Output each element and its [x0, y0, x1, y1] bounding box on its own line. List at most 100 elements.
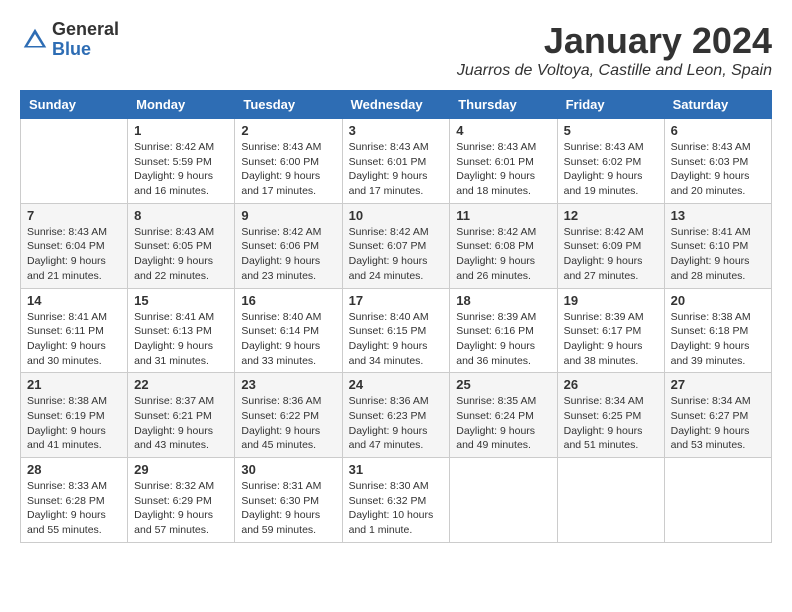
day-number: 22 [134, 377, 228, 392]
calendar-cell: 18 Sunrise: 8:39 AM Sunset: 6:16 PM Dayli… [450, 288, 557, 373]
day-info: Sunrise: 8:37 AM Sunset: 6:21 PM Dayligh… [134, 394, 228, 453]
calendar-week-row: 21Sunrise: 8:38 AM Sunset: 6:19 PM Dayli… [21, 373, 772, 458]
day-info: Sunrise: 8:43 AM Sunset: 6:01 PM Dayligh… [456, 140, 550, 199]
day-info: Sunrise: 8:42 AM Sunset: 6:08 PM Dayligh… [456, 225, 550, 284]
calendar-cell [450, 458, 557, 543]
logo-icon [20, 25, 50, 55]
day-number: 4 [456, 123, 550, 138]
calendar-cell [21, 119, 128, 204]
day-info: Sunrise: 8:39 AM Sunset: 6:16 PM Dayligh… [456, 310, 550, 369]
calendar-table: SundayMondayTuesdayWednesdayThursdayFrid… [20, 90, 772, 543]
day-info: Sunrise: 8:43 AM Sunset: 6:04 PM Dayligh… [27, 225, 121, 284]
day-number: 11 [456, 208, 550, 223]
calendar-cell [557, 458, 664, 543]
month-title: January 2024 [457, 20, 772, 62]
day-number: 15 [134, 293, 228, 308]
day-number: 28 [27, 462, 121, 477]
day-number: 31 [349, 462, 444, 477]
calendar-cell: 6 Sunrise: 8:43 AM Sunset: 6:03 PM Daylig… [664, 119, 771, 204]
calendar-cell: 17 Sunrise: 8:40 AM Sunset: 6:15 PM Dayli… [342, 288, 450, 373]
logo: General Blue [20, 20, 119, 60]
day-number: 27 [671, 377, 765, 392]
day-info: Sunrise: 8:41 AM Sunset: 6:11 PM Dayligh… [27, 310, 121, 369]
calendar-cell: 15 Sunrise: 8:41 AM Sunset: 6:13 PM Dayli… [128, 288, 235, 373]
day-info: Sunrise: 8:35 AM Sunset: 6:24 PM Dayligh… [456, 394, 550, 453]
day-number: 24 [349, 377, 444, 392]
day-info: Sunrise: 8:32 AM Sunset: 6:29 PM Dayligh… [134, 479, 228, 538]
title-block: January 2024 Juarros de Voltoya, Castill… [457, 20, 772, 80]
day-info: Sunrise: 8:43 AM Sunset: 6:03 PM Dayligh… [671, 140, 765, 199]
day-info: Sunrise: 8:42 AM Sunset: 6:09 PM Dayligh… [564, 225, 658, 284]
day-info: Sunrise: 8:38 AM Sunset: 6:18 PM Dayligh… [671, 310, 765, 369]
weekday-header-row: SundayMondayTuesdayWednesdayThursdayFrid… [21, 91, 772, 119]
day-info: Sunrise: 8:34 AM Sunset: 6:25 PM Dayligh… [564, 394, 658, 453]
day-info: Sunrise: 8:41 AM Sunset: 6:10 PM Dayligh… [671, 225, 765, 284]
day-info: Sunrise: 8:43 AM Sunset: 6:00 PM Dayligh… [241, 140, 335, 199]
day-info: Sunrise: 8:30 AM Sunset: 6:32 PM Dayligh… [349, 479, 444, 538]
day-info: Sunrise: 8:42 AM Sunset: 6:06 PM Dayligh… [241, 225, 335, 284]
day-number: 19 [564, 293, 658, 308]
calendar-cell: 25 Sunrise: 8:35 AM Sunset: 6:24 PM Dayli… [450, 373, 557, 458]
day-info: Sunrise: 8:36 AM Sunset: 6:23 PM Dayligh… [349, 394, 444, 453]
calendar-cell: 31 Sunrise: 8:30 AM Sunset: 6:32 PM Dayli… [342, 458, 450, 543]
day-info: Sunrise: 8:31 AM Sunset: 6:30 PM Dayligh… [241, 479, 335, 538]
calendar-cell: 13 Sunrise: 8:41 AM Sunset: 6:10 PM Dayli… [664, 203, 771, 288]
day-info: Sunrise: 8:33 AM Sunset: 6:28 PM Dayligh… [27, 479, 121, 538]
calendar-cell: 7 Sunrise: 8:43 AM Sunset: 6:04 PM Daylig… [21, 203, 128, 288]
day-number: 17 [349, 293, 444, 308]
day-number: 3 [349, 123, 444, 138]
calendar-cell: 9Sunrise: 8:42 AM Sunset: 6:06 PM Daylig… [235, 203, 342, 288]
calendar-cell: 4 Sunrise: 8:43 AM Sunset: 6:01 PM Daylig… [450, 119, 557, 204]
day-number: 25 [456, 377, 550, 392]
calendar-cell [664, 458, 771, 543]
location-title: Juarros de Voltoya, Castille and Leon, S… [457, 62, 772, 80]
day-info: Sunrise: 8:39 AM Sunset: 6:17 PM Dayligh… [564, 310, 658, 369]
day-number: 8 [134, 208, 228, 223]
day-number: 26 [564, 377, 658, 392]
calendar-cell: 27Sunrise: 8:34 AM Sunset: 6:27 PM Dayli… [664, 373, 771, 458]
weekday-header-sunday: Sunday [21, 91, 128, 119]
weekday-header-friday: Friday [557, 91, 664, 119]
calendar-week-row: 1Sunrise: 8:42 AM Sunset: 5:59 PM Daylig… [21, 119, 772, 204]
day-number: 16 [241, 293, 335, 308]
day-number: 6 [671, 123, 765, 138]
calendar-cell: 29 Sunrise: 8:32 AM Sunset: 6:29 PM Dayli… [128, 458, 235, 543]
calendar-week-row: 14 Sunrise: 8:41 AM Sunset: 6:11 PM Dayli… [21, 288, 772, 373]
day-number: 7 [27, 208, 121, 223]
calendar-cell: 26 Sunrise: 8:34 AM Sunset: 6:25 PM Dayli… [557, 373, 664, 458]
day-number: 23 [241, 377, 335, 392]
calendar-week-row: 7 Sunrise: 8:43 AM Sunset: 6:04 PM Daylig… [21, 203, 772, 288]
day-number: 1 [134, 123, 228, 138]
calendar-cell: 12 Sunrise: 8:42 AM Sunset: 6:09 PM Dayli… [557, 203, 664, 288]
calendar-cell: 8Sunrise: 8:43 AM Sunset: 6:05 PM Daylig… [128, 203, 235, 288]
calendar-cell: 20 Sunrise: 8:38 AM Sunset: 6:18 PM Dayli… [664, 288, 771, 373]
day-number: 29 [134, 462, 228, 477]
weekday-header-monday: Monday [128, 91, 235, 119]
day-number: 20 [671, 293, 765, 308]
page-header: General Blue January 2024 Juarros de Vol… [20, 20, 772, 80]
day-info: Sunrise: 8:40 AM Sunset: 6:14 PM Dayligh… [241, 310, 335, 369]
calendar-cell: 28 Sunrise: 8:33 AM Sunset: 6:28 PM Dayli… [21, 458, 128, 543]
calendar-cell: 10Sunrise: 8:42 AM Sunset: 6:07 PM Dayli… [342, 203, 450, 288]
calendar-cell: 14 Sunrise: 8:41 AM Sunset: 6:11 PM Dayli… [21, 288, 128, 373]
day-number: 30 [241, 462, 335, 477]
weekday-header-thursday: Thursday [450, 91, 557, 119]
day-number: 18 [456, 293, 550, 308]
calendar-cell: 11 Sunrise: 8:42 AM Sunset: 6:08 PM Dayli… [450, 203, 557, 288]
day-number: 13 [671, 208, 765, 223]
day-info: Sunrise: 8:41 AM Sunset: 6:13 PM Dayligh… [134, 310, 228, 369]
day-number: 2 [241, 123, 335, 138]
day-number: 5 [564, 123, 658, 138]
calendar-cell: 24 Sunrise: 8:36 AM Sunset: 6:23 PM Dayli… [342, 373, 450, 458]
logo-blue-text: Blue [52, 40, 119, 60]
day-info: Sunrise: 8:36 AM Sunset: 6:22 PM Dayligh… [241, 394, 335, 453]
day-number: 12 [564, 208, 658, 223]
day-info: Sunrise: 8:40 AM Sunset: 6:15 PM Dayligh… [349, 310, 444, 369]
calendar-cell: 2 Sunrise: 8:43 AM Sunset: 6:00 PM Daylig… [235, 119, 342, 204]
calendar-week-row: 28 Sunrise: 8:33 AM Sunset: 6:28 PM Dayli… [21, 458, 772, 543]
weekday-header-saturday: Saturday [664, 91, 771, 119]
day-number: 14 [27, 293, 121, 308]
weekday-header-tuesday: Tuesday [235, 91, 342, 119]
calendar-cell: 30 Sunrise: 8:31 AM Sunset: 6:30 PM Dayli… [235, 458, 342, 543]
calendar-cell: 19 Sunrise: 8:39 AM Sunset: 6:17 PM Dayli… [557, 288, 664, 373]
